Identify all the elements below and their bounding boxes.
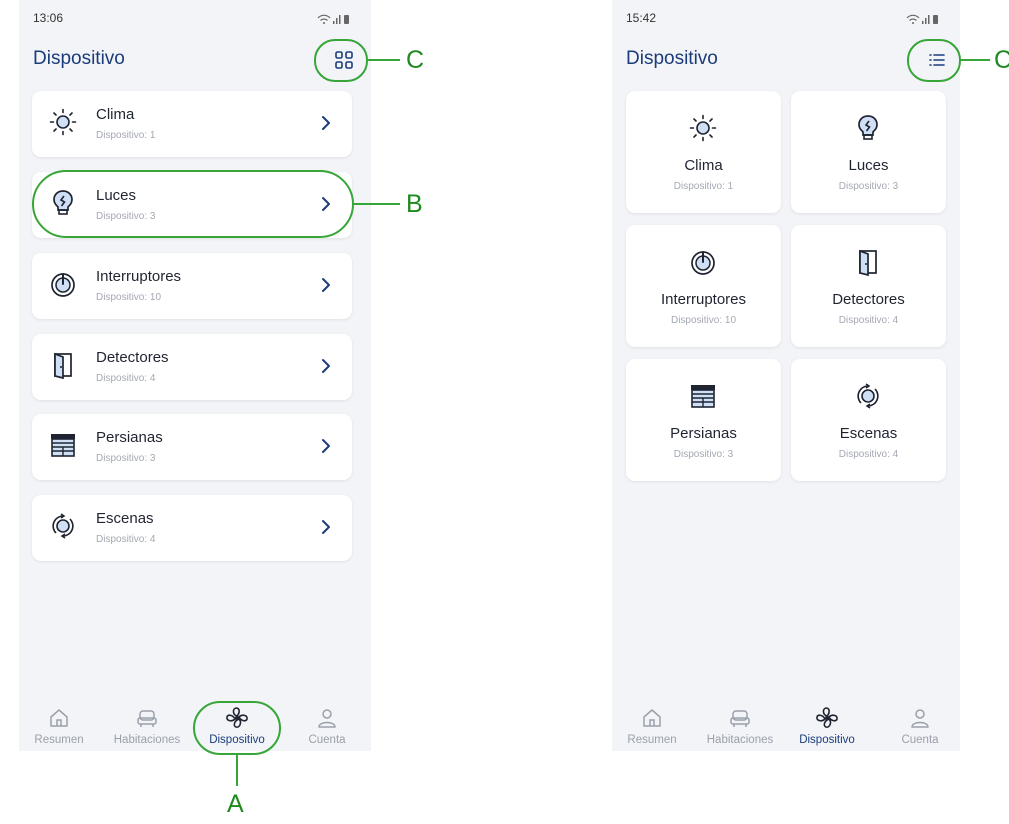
scene-cycle-icon [853,381,883,411]
category-count: Dispositivo: 4 [96,373,156,384]
device-tile-escenas[interactable]: Escenas Dispositivo: 4 [791,359,946,481]
scene-cycle-icon [48,511,78,541]
category-name: Persianas [96,429,163,446]
device-tile-detectores[interactable]: Detectores Dispositivo: 4 [791,225,946,347]
nav-label: Resumen [34,734,84,746]
device-category-clima[interactable]: Clima Dispositivo: 1 [32,91,352,157]
nav-item-habitaciones[interactable]: Habitaciones [107,700,187,751]
sun-icon [688,113,718,143]
nav-item-habitaciones[interactable]: Habitaciones [700,700,780,751]
person-icon [908,706,932,730]
device-tile-persianas[interactable]: Persianas Dispositivo: 3 [626,359,781,481]
category-count: Dispositivo: 10 [96,292,162,303]
nav-label: Dispositivo [209,734,265,746]
category-name: Detectores [832,291,905,308]
device-category-luces[interactable]: Luces Dispositivo: 3 [32,172,352,238]
grid-view-toggle-button[interactable] [328,44,360,76]
lightbulb-icon [853,113,883,143]
nav-label: Cuenta [901,734,939,746]
category-name: Luces [96,187,137,204]
home-icon [47,706,71,730]
power-icon [48,269,78,299]
nav-item-dispositivo[interactable]: Dispositivo [787,700,867,751]
annotation-label-a: A [227,790,244,818]
category-name: Luces [848,157,889,174]
chevron-right-icon [320,275,332,295]
chevron-right-icon [320,356,332,376]
grid-icon [334,50,354,70]
annotation-label-c: C [406,46,425,74]
status-bar: 15:42 [626,11,946,27]
category-name: Escenas [96,510,154,527]
status-icons [906,13,940,25]
chevron-right-icon [320,436,332,456]
category-count: Dispositivo: 1 [96,130,156,141]
lightbulb-icon [48,188,78,218]
door-icon [48,350,78,380]
nav-item-cuenta[interactable]: Cuenta [287,700,367,751]
blinds-icon [688,381,718,411]
device-category-escenas[interactable]: Escenas Dispositivo: 4 [32,495,352,561]
category-count: Dispositivo: 3 [96,211,156,222]
category-count: Dispositivo: 1 [673,181,734,192]
nav-item-cuenta[interactable]: Cuenta [880,700,960,751]
chevron-right-icon [320,113,332,133]
category-count: Dispositivo: 4 [96,534,156,545]
sun-icon [48,107,78,137]
device-category-persianas[interactable]: Persianas Dispositivo: 3 [32,414,352,480]
category-count: Dispositivo: 4 [838,449,899,460]
page-title: Dispositivo [626,48,718,69]
category-name: Escenas [839,425,898,442]
nav-label: Dispositivo [799,734,855,746]
status-icons [317,13,351,25]
device-category-interruptores[interactable]: Interruptores Dispositivo: 10 [32,253,352,319]
status-time: 15:42 [626,11,657,25]
category-name: Interruptores [96,268,182,285]
phone-grid-view: 15:42 Dispositivo Clima Dispositivo: 1 L… [612,0,960,751]
status-bar: 13:06 [33,11,357,27]
chevron-right-icon [320,194,332,214]
device-tile-luces[interactable]: Luces Dispositivo: 3 [791,91,946,213]
category-count: Dispositivo: 3 [838,181,899,192]
fan-icon [225,706,249,730]
nav-label: Habitaciones [113,734,181,746]
sofa-icon [728,706,752,730]
category-count: Dispositivo: 10 [670,315,737,326]
category-count: Dispositivo: 4 [838,315,899,326]
device-tile-interruptores[interactable]: Interruptores Dispositivo: 10 [626,225,781,347]
annotation-label-c-right: C [994,46,1009,74]
power-icon [688,247,718,277]
device-tile-clima[interactable]: Clima Dispositivo: 1 [626,91,781,213]
device-category-detectores[interactable]: Detectores Dispositivo: 4 [32,334,352,400]
fan-icon [815,706,839,730]
nav-item-resumen[interactable]: Resumen [612,700,692,751]
category-name: Clima [96,106,135,123]
status-time: 13:06 [33,11,64,25]
page-title: Dispositivo [33,48,125,69]
chevron-right-icon [320,517,332,537]
person-icon [315,706,339,730]
list-view-toggle-button[interactable] [921,44,953,76]
nav-label: Habitaciones [706,734,774,746]
nav-label: Cuenta [308,734,346,746]
category-name: Persianas [670,425,737,442]
bottom-nav: Resumen Habitaciones Dispositivo Cuenta [612,700,960,751]
sofa-icon [135,706,159,730]
list-icon [927,50,947,70]
category-name: Detectores [96,349,169,366]
phone-list-view: 13:06 Dispositivo Clima Dispositivo: 1 L… [19,0,371,751]
nav-item-resumen[interactable]: Resumen [19,700,99,751]
category-count: Dispositivo: 3 [96,453,156,464]
category-name: Interruptores [660,291,747,308]
annotation-label-b: B [406,190,423,218]
door-icon [853,247,883,277]
category-count: Dispositivo: 3 [673,449,734,460]
nav-label: Resumen [627,734,677,746]
nav-item-dispositivo[interactable]: Dispositivo [197,700,277,751]
category-name: Clima [684,157,723,174]
bottom-nav: Resumen Habitaciones Dispositivo Cuenta [19,700,371,751]
home-icon [640,706,664,730]
blinds-icon [48,430,78,460]
